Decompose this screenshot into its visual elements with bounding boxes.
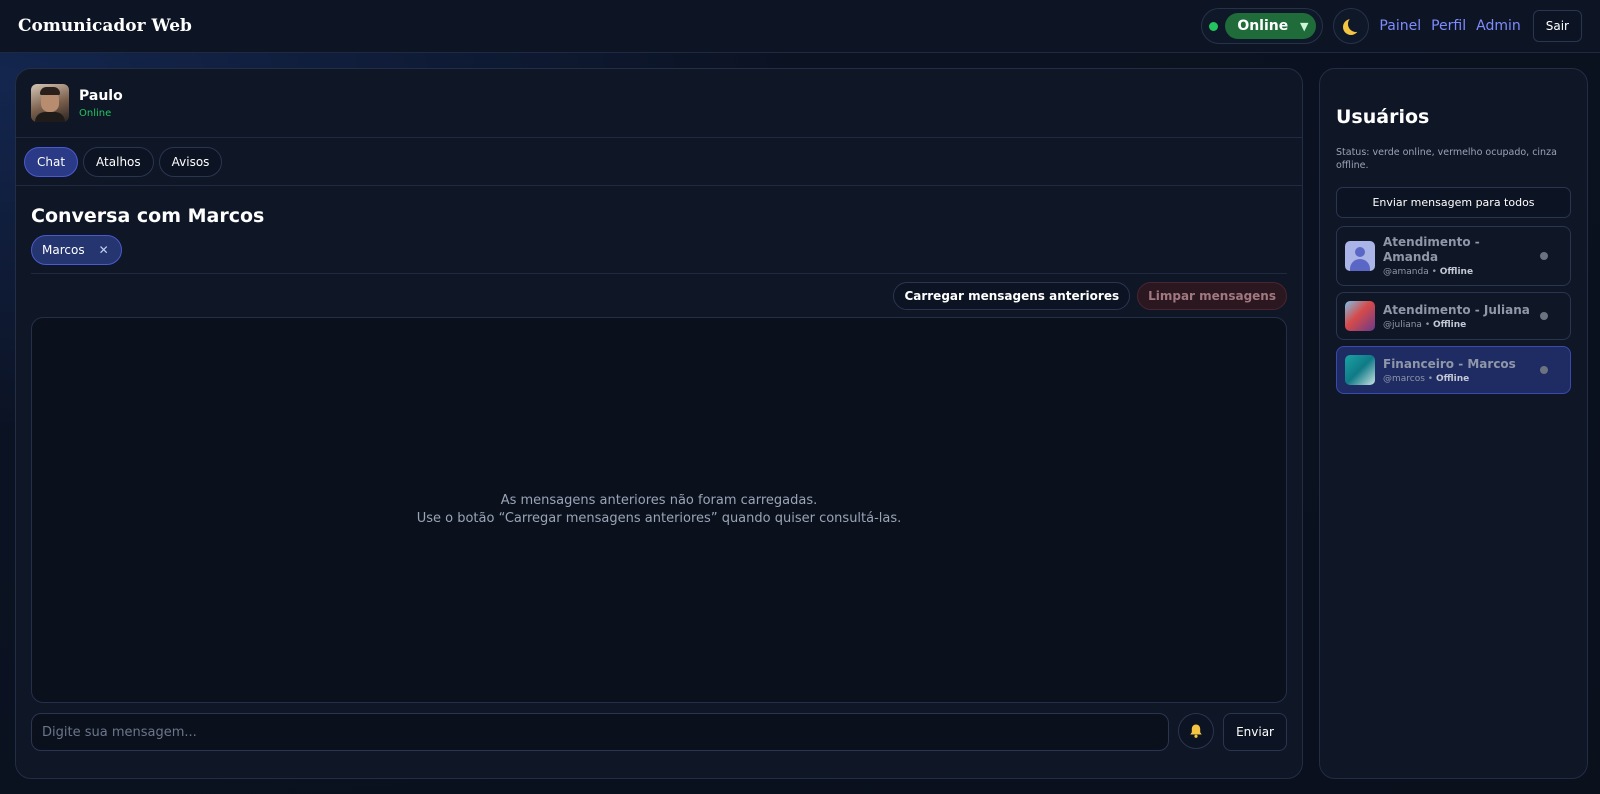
send-button[interactable]: Enviar — [1223, 713, 1287, 751]
user-placeholder-icon — [1345, 241, 1375, 271]
current-user-header: Paulo Online — [16, 69, 1302, 138]
close-icon[interactable]: ✕ — [99, 243, 109, 257]
avatar — [1345, 355, 1375, 385]
status-legend: Status: verde online, vermelho ocupado, … — [1336, 147, 1557, 171]
conversation-title: Conversa com Marcos — [31, 205, 265, 227]
status-selector[interactable]: Online ▼ — [1201, 8, 1324, 44]
app-title: Comunicador Web — [18, 16, 192, 36]
status-value: Online — [1237, 18, 1289, 34]
theme-toggle-button[interactable] — [1333, 8, 1370, 44]
clear-messages-button[interactable]: Limpar mensagens — [1137, 282, 1287, 310]
current-user-name: Paulo — [79, 87, 123, 104]
user-name: Financeiro - Marcos — [1383, 356, 1516, 371]
avatar — [31, 84, 69, 122]
empty-state-line-1: As mensagens anteriores não foram carreg… — [500, 493, 818, 508]
top-bar: Comunicador Web Online ▼ Painel Perfil A… — [0, 0, 1600, 53]
divider — [31, 273, 1287, 274]
status-select[interactable]: Online ▼ — [1225, 13, 1317, 39]
users-sidebar: Usuários Status: verde online, vermelho … — [1319, 68, 1588, 779]
load-previous-button[interactable]: Carregar mensagens anteriores — [893, 282, 1131, 310]
status-dot-icon — [1540, 366, 1548, 374]
nav-link-admin[interactable]: Admin — [1476, 18, 1521, 34]
user-item-marcos[interactable]: Financeiro - Marcos @marcos • Offline — [1336, 346, 1571, 394]
tab-chat[interactable]: Chat — [24, 146, 79, 177]
user-item-juliana[interactable]: Atendimento - Juliana @juliana • Offline — [1336, 292, 1571, 340]
nav-link-perfil[interactable]: Perfil — [1431, 18, 1466, 34]
user-name: Atendimento - Amanda — [1383, 235, 1480, 264]
recipient-chip: Marcos ✕ — [31, 235, 122, 265]
user-list: Atendimento - Amanda @amanda • Offline A… — [1336, 226, 1571, 394]
avatar — [1345, 301, 1375, 331]
status-dot-icon — [1540, 252, 1548, 260]
recipient-chip-label: Marcos — [42, 243, 85, 257]
user-item-amanda[interactable]: Atendimento - Amanda @amanda • Offline — [1336, 226, 1571, 286]
user-name: Atendimento - Juliana — [1383, 302, 1530, 317]
user-handle: @juliana • Offline — [1383, 319, 1467, 330]
status-dot-icon — [1540, 312, 1548, 320]
tab-avisos[interactable]: Avisos — [158, 146, 223, 177]
tab-atalhos[interactable]: Atalhos — [83, 146, 154, 177]
messages-area[interactable]: As mensagens anteriores não foram carreg… — [31, 317, 1287, 703]
tab-bar: Chat Atalhos Avisos — [16, 138, 1302, 186]
message-input[interactable] — [31, 713, 1170, 751]
logout-button[interactable]: Sair — [1532, 10, 1582, 42]
user-handle: @marcos • Offline — [1383, 373, 1470, 384]
bell-icon — [1190, 724, 1202, 738]
conversation-section: Conversa com Marcos Marcos ✕ Carregar me… — [16, 205, 1302, 751]
current-user-status: Online — [79, 107, 112, 119]
status-dot-icon — [1209, 21, 1219, 31]
empty-state-line-2: Use o botão “Carregar mensagens anterior… — [416, 511, 902, 526]
user-handle: @amanda • Offline — [1383, 267, 1474, 277]
nav-link-painel[interactable]: Painel — [1379, 18, 1421, 34]
sidebar-title: Usuários — [1336, 106, 1430, 128]
chevron-down-icon: ▼ — [1299, 19, 1309, 33]
moon-icon — [1348, 16, 1364, 32]
notify-button[interactable] — [1178, 713, 1215, 749]
message-composer: Enviar — [31, 713, 1287, 751]
chat-panel: Paulo Online Chat Atalhos Avisos Convers… — [15, 68, 1303, 779]
broadcast-button[interactable]: Enviar mensagem para todos — [1336, 187, 1571, 218]
